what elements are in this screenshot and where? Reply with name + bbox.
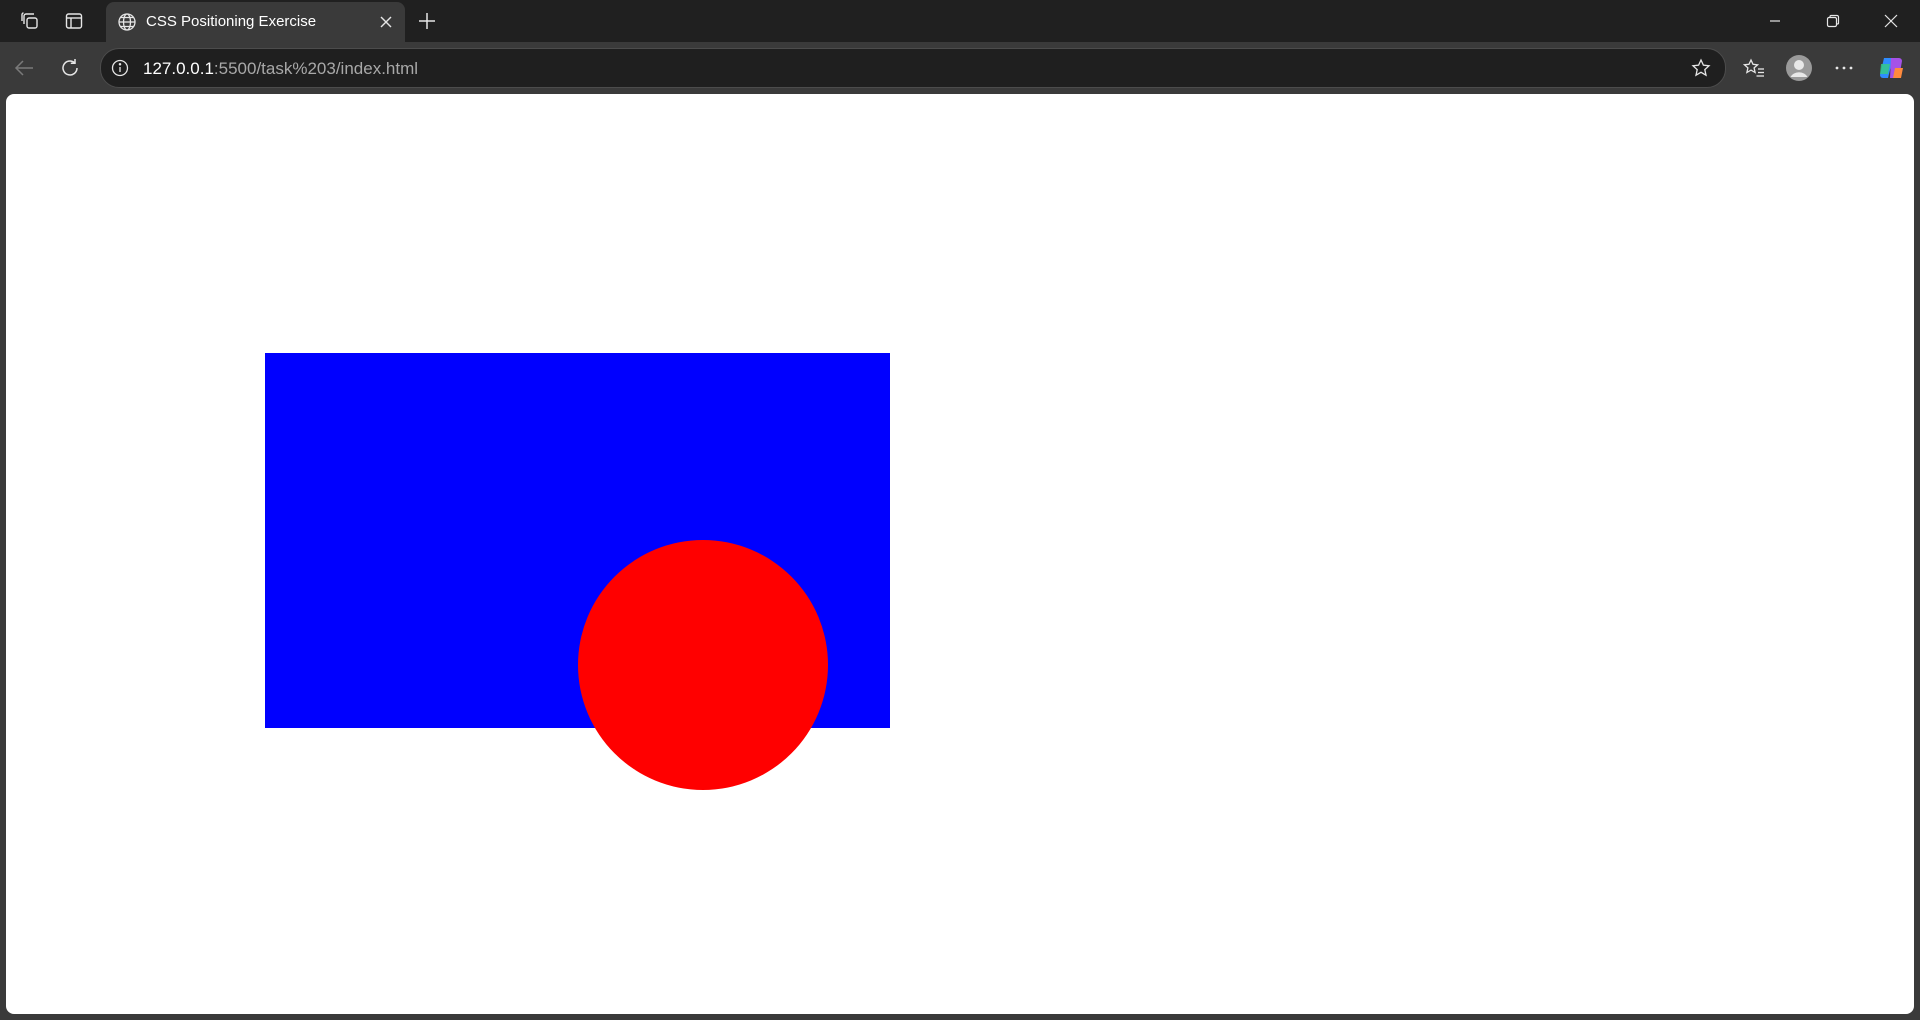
tab-css-positioning-exercise[interactable]: CSS Positioning Exercise (106, 2, 405, 42)
red-circle (578, 540, 828, 790)
page-viewport (6, 94, 1914, 1014)
browser-window: CSS Positioning Exercise 127.0.0.1:5500/… (0, 0, 1920, 1020)
tab-title: CSS Positioning Exercise (146, 13, 317, 30)
more-menu-icon[interactable] (1830, 54, 1858, 82)
copilot-icon[interactable] (1878, 54, 1906, 82)
navigation-toolbar: 127.0.0.1:5500/task%203/index.html (0, 42, 1920, 94)
favorites-icon[interactable] (1740, 54, 1768, 82)
new-tab-button[interactable] (414, 8, 440, 34)
vertical-tabs-icon[interactable] (62, 9, 86, 33)
url-path: :5500/task%203/index.html (213, 59, 419, 78)
back-button[interactable] (10, 54, 38, 82)
address-bar[interactable]: 127.0.0.1:5500/task%203/index.html (100, 48, 1726, 88)
restore-button[interactable] (1804, 0, 1862, 42)
close-tab-icon[interactable] (374, 10, 398, 34)
minimize-button[interactable] (1746, 0, 1804, 42)
close-window-button[interactable] (1862, 0, 1920, 42)
site-info-icon[interactable] (109, 57, 131, 79)
globe-icon (115, 10, 139, 34)
favorite-star-icon[interactable] (1689, 56, 1713, 80)
profile-avatar[interactable] (1785, 54, 1813, 82)
tab-bar: CSS Positioning Exercise (0, 0, 1920, 42)
workspaces-icon[interactable] (18, 9, 42, 33)
refresh-button[interactable] (56, 54, 84, 82)
url-text[interactable]: 127.0.0.1:5500/task%203/index.html (143, 59, 418, 79)
url-host: 127.0.0.1 (143, 59, 214, 78)
